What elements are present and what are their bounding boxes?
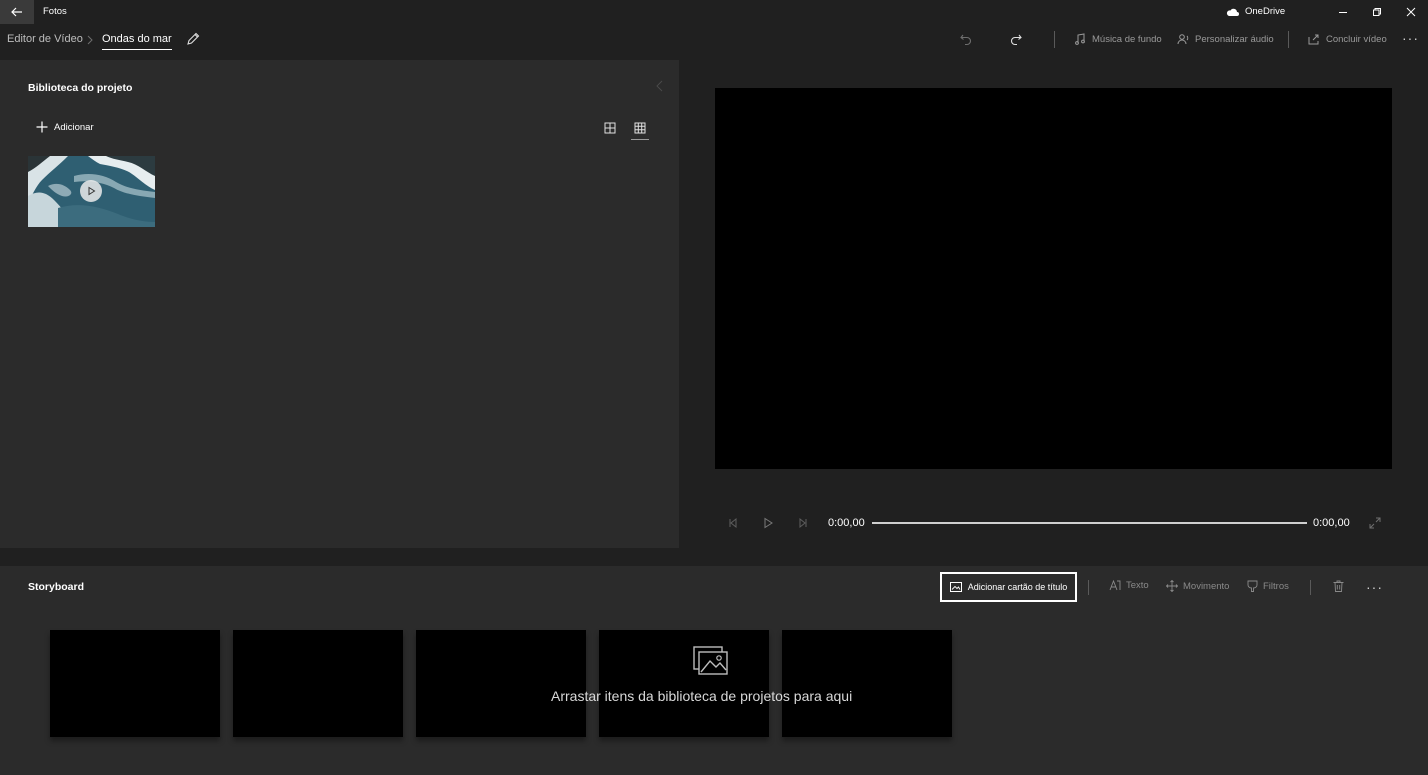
custom-audio-button[interactable]: Personalizar áudio — [1177, 31, 1274, 47]
minimize-icon — [1339, 12, 1347, 13]
photos-icon — [693, 646, 728, 675]
custom-audio-label: Personalizar áudio — [1195, 33, 1274, 45]
toolbar-divider — [1054, 31, 1055, 48]
restore-icon — [1373, 8, 1381, 16]
text-tool-label: Texto — [1126, 580, 1149, 591]
project-library-panel: Biblioteca do projeto Adicionar — [0, 60, 679, 548]
rename-project-button[interactable] — [185, 31, 201, 47]
project-library-title: Biblioteca do projeto — [28, 82, 133, 94]
fullscreen-icon — [1369, 517, 1381, 529]
play-icon — [88, 186, 96, 196]
storyboard-slot[interactable] — [782, 630, 952, 737]
storyboard-title: Storyboard — [28, 581, 85, 593]
background-music-button[interactable]: Música de fundo — [1074, 31, 1162, 47]
play-button[interactable] — [761, 516, 775, 530]
add-title-card-button[interactable]: Adicionar cartão de título — [940, 572, 1077, 602]
grid-small-icon — [634, 122, 646, 134]
collapse-library-icon[interactable] — [656, 80, 664, 92]
seek-bar[interactable] — [872, 522, 1307, 524]
text-icon — [1109, 580, 1121, 591]
export-icon — [1308, 34, 1319, 45]
undo-icon — [960, 34, 972, 46]
storyboard-slot[interactable] — [233, 630, 403, 737]
finish-video-label: Concluir vídeo — [1326, 33, 1387, 45]
toolbar-divider — [1288, 31, 1289, 48]
minimize-button[interactable] — [1326, 0, 1360, 24]
storyboard-slot[interactable] — [50, 630, 220, 737]
audio-person-icon — [1177, 34, 1189, 45]
redo-button[interactable] — [1008, 31, 1024, 47]
total-time: 0:00,00 — [1313, 517, 1350, 529]
plus-icon — [36, 121, 48, 133]
grid-large-icon — [604, 122, 616, 134]
storyboard-divider — [1310, 580, 1311, 595]
undo-button[interactable] — [958, 31, 974, 47]
pencil-icon — [187, 32, 200, 45]
filters-tool-label: Filtros — [1263, 580, 1289, 592]
back-arrow-icon — [11, 7, 22, 17]
media-thumbnail-ocean-waves[interactable] — [28, 156, 155, 227]
play-overlay — [80, 180, 102, 202]
add-media-label: Adicionar — [54, 121, 94, 133]
delete-button[interactable] — [1333, 580, 1344, 592]
storyboard-slot[interactable] — [599, 630, 769, 737]
onedrive-label: OneDrive — [1245, 6, 1286, 17]
large-thumbnails-button[interactable] — [602, 120, 618, 136]
previous-frame-button[interactable] — [726, 516, 740, 530]
onedrive-cloud-icon — [1226, 8, 1239, 16]
motion-icon — [1166, 580, 1178, 592]
storyboard-slot[interactable] — [416, 630, 586, 737]
storyboard-divider — [1088, 580, 1089, 595]
breadcrumb-chevron-icon — [87, 35, 93, 45]
app-title: Fotos — [43, 6, 67, 17]
motion-tool-label: Movimento — [1183, 580, 1230, 592]
close-icon — [1406, 7, 1416, 17]
small-thumbnails-button[interactable] — [632, 120, 648, 136]
video-preview[interactable] — [715, 88, 1392, 469]
breadcrumb-video-editor[interactable]: Editor de Vídeo — [7, 33, 83, 45]
motion-tool-button[interactable]: Movimento — [1166, 580, 1229, 592]
play-icon — [764, 517, 773, 529]
filters-icon — [1247, 580, 1258, 592]
storyboard-more-button[interactable]: ··· — [1366, 579, 1383, 595]
redo-icon — [1010, 34, 1022, 46]
trash-icon — [1333, 580, 1344, 592]
current-time: 0:00,00 — [828, 517, 865, 529]
add-title-card-label: Adicionar cartão de título — [967, 582, 1068, 592]
more-options-button[interactable]: ··· — [1402, 30, 1419, 46]
title-bar: Fotos OneDrive — [0, 0, 1428, 24]
finish-video-button[interactable]: Concluir vídeo — [1308, 31, 1387, 47]
music-note-icon — [1075, 33, 1085, 45]
text-tool-button[interactable]: Texto — [1109, 580, 1149, 591]
selected-view-indicator — [631, 139, 649, 140]
step-forward-icon — [799, 517, 807, 529]
filters-tool-button[interactable]: Filtros — [1247, 580, 1289, 592]
video-editor-window: Fotos OneDrive Editor de Vídeo Ondas do … — [0, 0, 1428, 775]
restore-button[interactable] — [1360, 0, 1394, 24]
onedrive-button[interactable]: OneDrive — [1226, 6, 1285, 17]
back-button[interactable] — [0, 0, 34, 24]
fullscreen-button[interactable] — [1368, 516, 1382, 530]
project-name[interactable]: Ondas do mar — [102, 33, 172, 50]
storyboard-panel: Storyboard Adicionar cartão de título Te… — [0, 566, 1428, 775]
next-frame-button[interactable] — [796, 516, 810, 530]
step-back-icon — [729, 517, 737, 529]
add-media-button[interactable]: Adicionar — [36, 121, 94, 133]
background-music-label: Música de fundo — [1092, 33, 1162, 45]
drop-hint: Arrastar itens da biblioteca de projetos… — [551, 688, 853, 704]
image-icon — [949, 582, 962, 592]
close-window-button[interactable] — [1394, 0, 1428, 24]
